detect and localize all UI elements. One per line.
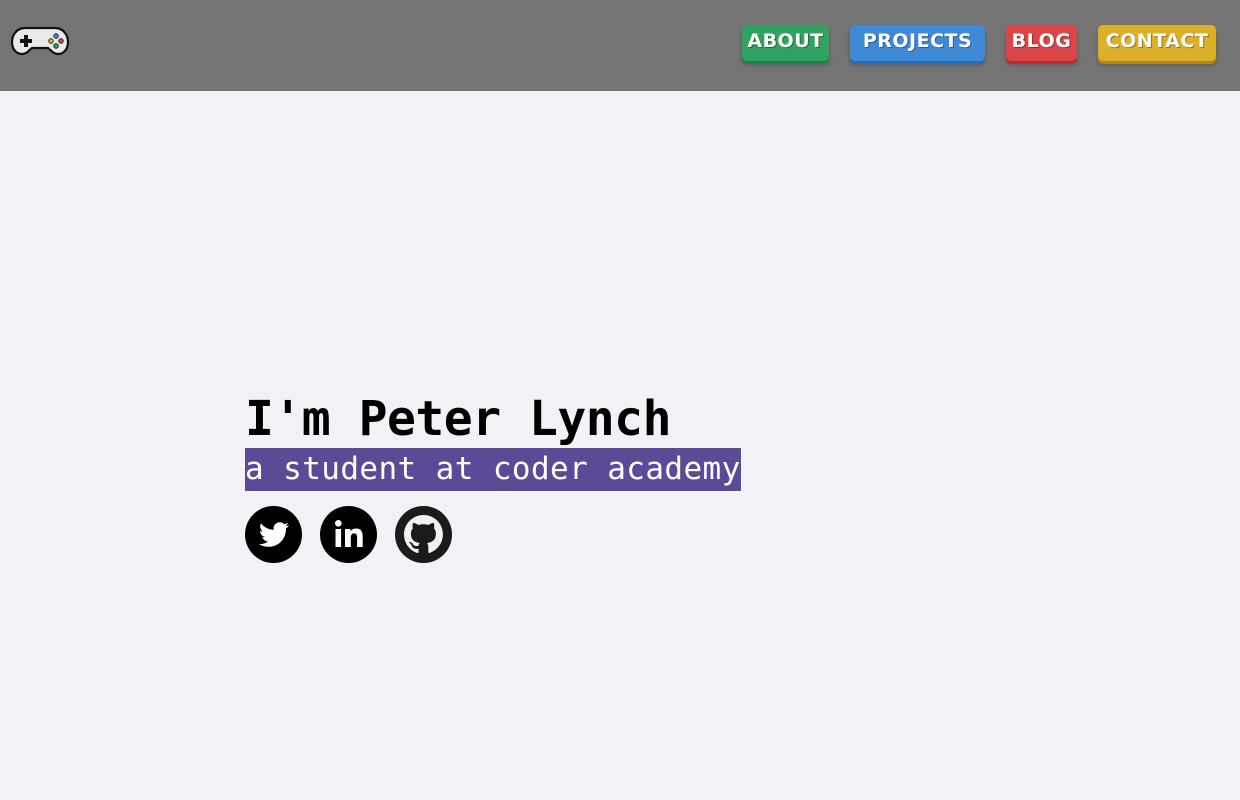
nav-about-button[interactable]: ABOUT [742, 25, 829, 61]
github-link[interactable] [395, 506, 452, 563]
nav-contact-button[interactable]: CONTACT [1098, 25, 1216, 61]
twitter-link[interactable] [245, 506, 302, 563]
hero-tagline: a student at coder academy [245, 448, 741, 491]
linkedin-icon [320, 506, 377, 563]
gamepad-icon[interactable] [10, 26, 70, 56]
nav-blog-button[interactable]: BLOG [1006, 25, 1077, 61]
hero-section: I'm Peter Lynch a student at coder acade… [245, 390, 741, 491]
linkedin-link[interactable] [320, 506, 377, 563]
hero-name-heading: I'm Peter Lynch [245, 391, 671, 447]
github-icon [395, 506, 452, 563]
top-navigation-bar: ABOUT PROJECTS BLOG CONTACT [0, 0, 1240, 91]
nav-projects-button[interactable]: PROJECTS [850, 25, 985, 61]
twitter-icon [245, 506, 302, 563]
